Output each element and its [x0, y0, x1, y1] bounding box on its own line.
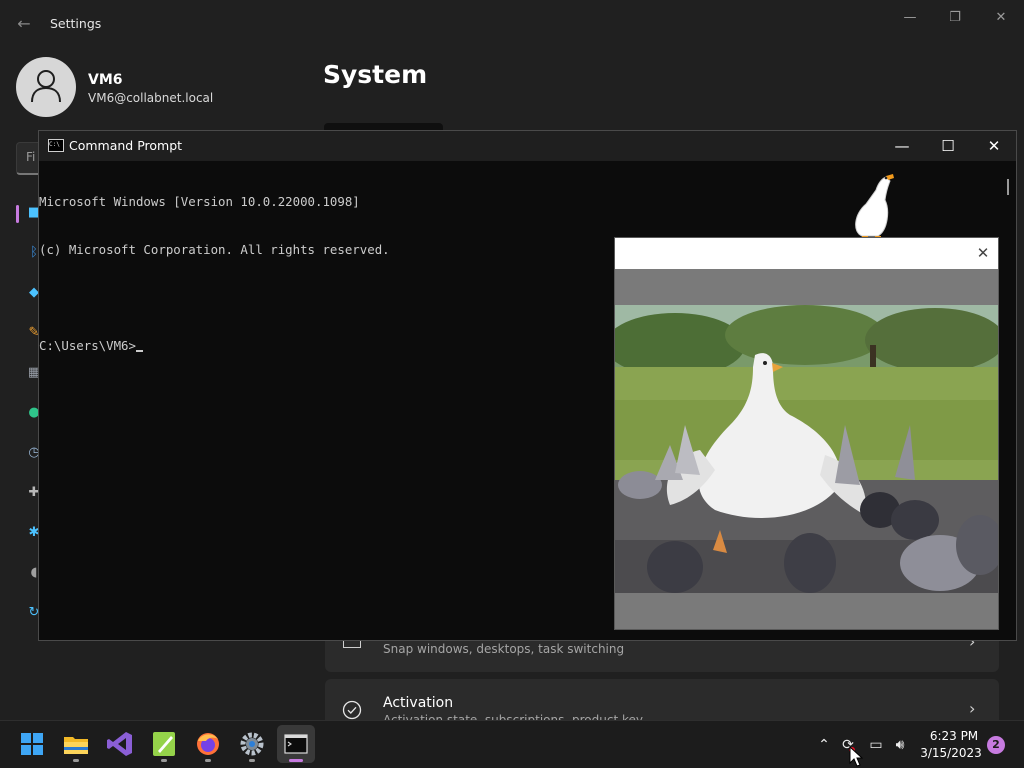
firefox-icon: [197, 733, 219, 755]
card-subtitle: Snap windows, desktops, task switching: [383, 642, 625, 656]
taskbar: ⌃ ⟳ ▭ 🔊︎ 6:23 PM 3/15/2023 2: [0, 720, 1024, 768]
prompt-text: C:\Users\VM6>: [39, 338, 136, 353]
running-indicator: [161, 759, 167, 762]
file-explorer-icon: [64, 737, 88, 754]
goose-photo: [615, 305, 998, 593]
user-icon: [31, 70, 61, 103]
user-email: VM6@collabnet.local: [88, 91, 214, 105]
window-title: Settings: [50, 16, 102, 31]
network-icon[interactable]: ▭: [866, 735, 886, 755]
minimize-icon[interactable]: —: [892, 8, 928, 28]
taskbar-visual-studio[interactable]: [101, 725, 139, 763]
user-name: VM6: [88, 72, 123, 88]
close-icon[interactable]: ✕: [971, 242, 995, 264]
visual-studio-icon: [107, 732, 132, 756]
settings-icon: [240, 732, 264, 756]
check-circle-icon: [342, 700, 362, 720]
taskbar-command-prompt[interactable]: [277, 725, 315, 763]
start-icon: [21, 733, 43, 755]
restore-icon[interactable]: ❐: [937, 8, 973, 28]
maximize-button[interactable]: ☐: [925, 131, 971, 161]
image-popup[interactable]: ✕: [614, 237, 999, 630]
command-prompt-icon: C:\: [48, 139, 64, 152]
close-button[interactable]: ✕: [971, 131, 1017, 161]
minimize-button[interactable]: —: [879, 131, 925, 161]
running-indicator: [205, 759, 211, 762]
window-title: Command Prompt: [69, 138, 183, 153]
taskbar-file-explorer[interactable]: [57, 725, 95, 763]
running-indicator: [249, 759, 255, 762]
scrollbar-thumb[interactable]: [1007, 179, 1009, 195]
close-icon[interactable]: ✕: [983, 8, 1019, 28]
text-cursor: [135, 350, 143, 352]
avatar[interactable]: [16, 57, 76, 117]
start-button[interactable]: [13, 725, 51, 763]
back-arrow-icon[interactable]: ←: [14, 14, 34, 34]
card-title: Activation: [383, 695, 454, 711]
notepad-plus-icon: [153, 732, 175, 756]
page-title: System: [323, 60, 428, 89]
selected-indicator: [16, 205, 19, 223]
chevron-up-icon[interactable]: ⌃: [814, 735, 834, 755]
volume-icon[interactable]: 🔊︎: [890, 735, 910, 755]
taskbar-notepad-plus[interactable]: [145, 725, 183, 763]
taskbar-firefox[interactable]: [189, 725, 227, 763]
title-bar[interactable]: C:\ Command Prompt — ☐ ✕: [39, 131, 1016, 161]
active-indicator: [289, 759, 303, 762]
command-prompt-icon: [284, 734, 308, 754]
running-indicator: [73, 759, 79, 762]
mouse-cursor-icon: [849, 746, 863, 767]
clock-date[interactable]: 3/15/2023: [918, 746, 984, 760]
clock-time[interactable]: 6:23 PM: [921, 729, 987, 743]
notification-badge[interactable]: 2: [987, 736, 1005, 754]
taskbar-settings[interactable]: [233, 725, 271, 763]
search-placeholder: Fi: [26, 150, 36, 164]
chevron-right-icon: ›: [969, 699, 976, 718]
popup-header: ✕: [615, 238, 998, 269]
